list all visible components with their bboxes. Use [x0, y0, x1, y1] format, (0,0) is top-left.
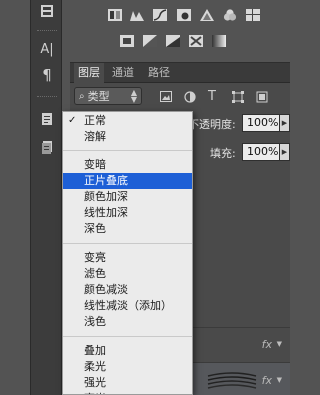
menu-item-dissolve[interactable]: 溶解 — [63, 129, 192, 145]
menu-separator — [63, 150, 192, 151]
layer-comps-icon[interactable] — [38, 138, 56, 156]
shape-filter-icon[interactable] — [232, 91, 244, 103]
checkmark-icon: ✓ — [68, 115, 77, 126]
menu-item-soft-light[interactable]: 柔光 — [63, 359, 192, 375]
menu-item-vivid-light[interactable]: 亮光 — [63, 391, 192, 394]
layer-filter-bar: ⌕ 类型 ▲ ▼ T — [70, 84, 290, 108]
posterize-icon[interactable] — [143, 34, 157, 48]
exposure-icon[interactable] — [177, 8, 191, 22]
menu-item-darken[interactable]: 变暗 — [63, 157, 192, 173]
dock-separator — [37, 96, 57, 98]
menu-item-label: 深色 — [84, 222, 106, 235]
tab-paths[interactable]: 路径 — [144, 63, 174, 83]
fill-dropdown-arrow[interactable]: ▶ — [280, 143, 290, 161]
selective-color-icon[interactable] — [189, 34, 203, 48]
menu-item-label: 线性减淡（添加） — [84, 299, 172, 312]
paragraph-panel-icon[interactable]: ¶ — [38, 66, 56, 84]
brightness-contrast-icon[interactable] — [108, 8, 122, 22]
menu-item-label: 颜色减淡 — [84, 283, 128, 296]
menu-item-label: 溶解 — [84, 130, 106, 143]
menu-item-label: 柔光 — [84, 360, 106, 373]
threshold-icon[interactable] — [166, 34, 180, 48]
adjustment-filter-icon[interactable] — [184, 91, 196, 103]
pixel-layer-filter-icon[interactable] — [160, 91, 172, 103]
opacity-input[interactable]: 100% — [242, 114, 280, 132]
color-balance-icon[interactable] — [246, 8, 260, 22]
menu-item-label: 强光 — [84, 376, 106, 389]
notes-icon[interactable] — [38, 110, 56, 128]
menu-item-lighten[interactable]: 变亮 — [63, 250, 192, 266]
vibrance-icon[interactable] — [200, 8, 214, 22]
menu-item-label: 变亮 — [84, 251, 106, 264]
menu-item-lighter-color[interactable]: 浅色 — [63, 314, 192, 330]
menu-item-linear-burn[interactable]: 线性加深 — [63, 205, 192, 221]
menu-item-color-burn[interactable]: 颜色加深 — [63, 189, 192, 205]
move-tool-icon[interactable] — [38, 2, 56, 20]
menu-separator — [63, 336, 192, 337]
menu-item-label: 变暗 — [84, 158, 106, 171]
menu-item-color-dodge[interactable]: 颜色减淡 — [63, 282, 192, 298]
menu-item-hard-light[interactable]: 强光 — [63, 375, 192, 391]
menu-item-label: 颜色加深 — [84, 190, 128, 203]
menu-item-label: 叠加 — [84, 344, 106, 357]
expand-arrow-icon[interactable]: ▼ — [277, 340, 282, 348]
search-icon: ⌕ — [79, 90, 85, 102]
tab-channels[interactable]: 通道 — [108, 63, 138, 83]
layer-thumbnail — [204, 366, 260, 394]
menu-item-label: 正片叠底 — [84, 174, 128, 187]
gradient-map-icon[interactable] — [212, 34, 226, 48]
menu-item-label: 正常 — [84, 114, 106, 127]
menu-item-overlay[interactable]: 叠加 — [63, 343, 192, 359]
hue-saturation-icon[interactable] — [223, 8, 237, 22]
tab-layers[interactable]: 图层 — [74, 63, 104, 83]
fx-indicator: fx — [261, 338, 272, 351]
menu-item-linear-dodge[interactable]: 线性减淡（添加） — [63, 298, 192, 314]
menu-separator — [63, 243, 192, 244]
curves-icon[interactable] — [153, 8, 167, 22]
fx-indicator: fx — [261, 374, 272, 387]
menu-item-label: 滤色 — [84, 267, 106, 280]
panel-tab-bar: 图层 通道 路径 — [70, 63, 290, 83]
blend-mode-menu: ✓ 正常 溶解 变暗 正片叠底 颜色加深 线性加深 深色 变亮 滤色 颜色减淡 … — [62, 111, 193, 395]
character-panel-icon[interactable]: A| — [38, 40, 56, 58]
menu-item-multiply[interactable]: 正片叠底 — [63, 173, 192, 189]
filter-kind-select[interactable]: ⌕ 类型 ▲ ▼ — [74, 87, 142, 105]
menu-item-label: 线性加深 — [84, 206, 128, 219]
menu-item-darker-color[interactable]: 深色 — [63, 221, 192, 237]
updown-arrow-icon: ▲ ▼ — [130, 88, 137, 104]
type-filter-icon[interactable]: T — [208, 89, 220, 104]
invert-icon[interactable] — [120, 34, 134, 48]
dock-separator — [37, 30, 57, 32]
menu-item-screen[interactable]: 滤色 — [63, 266, 192, 282]
opacity-dropdown-arrow[interactable]: ▶ — [280, 114, 290, 132]
expand-arrow-icon[interactable]: ▼ — [277, 376, 282, 384]
levels-icon[interactable] — [130, 8, 144, 22]
opacity-label: 不透明度: — [188, 118, 236, 131]
fill-input[interactable]: 100% — [242, 143, 280, 161]
smart-object-filter-icon[interactable] — [256, 91, 268, 103]
panel-dock-column: A| ¶ — [30, 0, 62, 395]
menu-item-label: 浅色 — [84, 315, 106, 328]
filter-kind-value: 类型 — [87, 90, 110, 103]
menu-item-normal[interactable]: ✓ 正常 — [63, 113, 192, 129]
fill-label: 填充: — [210, 147, 236, 160]
